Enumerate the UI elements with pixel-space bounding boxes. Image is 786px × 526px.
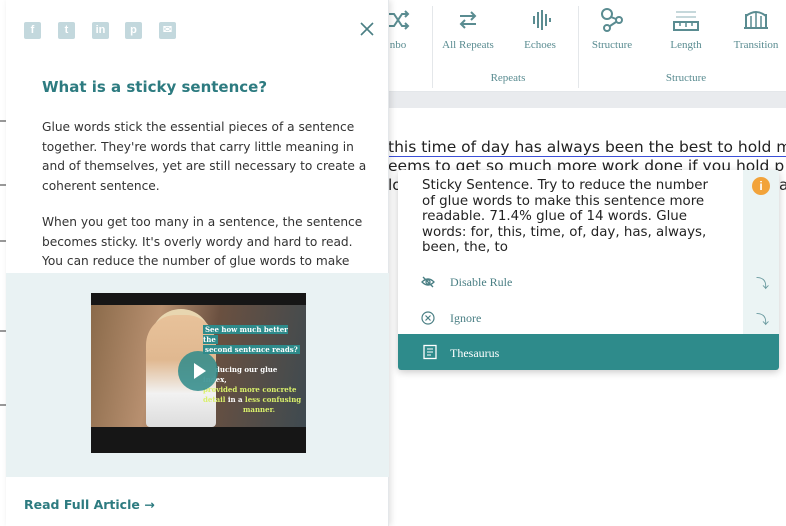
pinterest-icon[interactable]: p [125, 22, 142, 39]
panel-paragraph: Glue words stick the essential pieces of… [42, 120, 367, 193]
repeats-group-label: Repeats [490, 72, 526, 84]
all-repeats-tool-label: All Repeats [442, 39, 494, 51]
ignore-button[interactable]: Ignore ⤵ [398, 301, 769, 335]
all-repeats-tool-button[interactable]: All Repeats [428, 6, 508, 51]
suggestion-message: Sticky Sentence. Try to reduce the numbe… [422, 178, 708, 255]
structure-group-label: Structure [665, 72, 707, 84]
length-tool-button[interactable]: Length [646, 6, 726, 51]
read-full-article-link[interactable]: Read Full Article → [24, 497, 155, 512]
article-side-panel: f t in p ✉ What is a sticky sentence? Gl… [6, 0, 389, 526]
info-icon[interactable]: i [752, 177, 770, 195]
thesaurus-label: Thesaurus [450, 346, 500, 360]
echoes-tool-button[interactable]: Echoes [500, 6, 580, 51]
disable-rule-button[interactable]: Disable Rule ⤵ [398, 265, 769, 299]
echoes-icon [533, 10, 551, 30]
thesaurus-button[interactable]: Thesaurus [398, 334, 779, 370]
transition-icon [744, 11, 768, 29]
x-circle-icon [421, 311, 435, 325]
eye-slash-icon [421, 276, 435, 288]
twitter-icon[interactable]: t [58, 22, 75, 39]
email-icon[interactable]: ✉ [159, 22, 176, 39]
structure-tool-button[interactable]: Structure [572, 6, 652, 51]
ignore-label: Ignore [450, 311, 482, 325]
panel-title: What is a sticky sentence? [42, 78, 268, 96]
structure-tool-label: Structure [591, 39, 633, 51]
play-icon[interactable] [178, 351, 218, 391]
video-player[interactable]: See how much better the second sentence … [91, 293, 306, 453]
length-icon [673, 11, 699, 31]
video-section: See how much better the second sentence … [6, 273, 389, 477]
structure-icon [601, 8, 623, 32]
facebook-icon[interactable]: f [24, 22, 41, 39]
all-repeats-icon [459, 11, 477, 29]
book-icon [423, 344, 437, 360]
toolbar-shadow-band [370, 92, 786, 108]
editor-edge-letter: a [779, 176, 786, 194]
corner-arrow-icon: ⤵ [756, 312, 770, 327]
transition-tool-button[interactable]: Transition [716, 6, 786, 51]
linkedin-icon[interactable]: in [92, 22, 109, 39]
transition-tool-label: Transition [733, 39, 779, 51]
panel-paragraph: When you get too many in a sentence, the… [42, 215, 363, 268]
editor-line-highlighted[interactable]: this time of day has always been the bes… [388, 138, 786, 157]
length-tool-label: Length [670, 39, 702, 51]
echoes-tool-label: Echoes [524, 39, 556, 51]
disable-rule-label: Disable Rule [450, 275, 513, 289]
video-caption: See how much better the second sentence … [203, 325, 302, 414]
toolbar: nbo All Repeats Echoes Structure Length … [370, 0, 786, 92]
corner-arrow-icon: ⤵ [756, 276, 770, 291]
suggestion-card: i Sticky Sentence. Try to reduce the num… [398, 170, 779, 370]
close-icon[interactable] [358, 20, 376, 38]
